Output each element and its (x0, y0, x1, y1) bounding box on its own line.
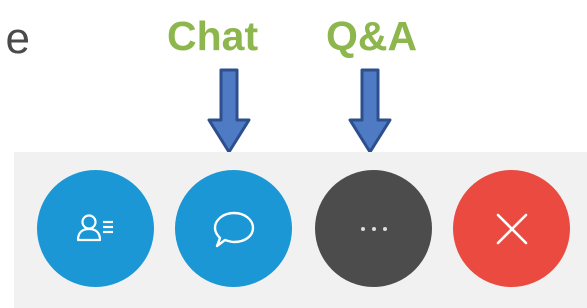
leave-meeting-button[interactable] (453, 170, 570, 287)
partial-heading-text: e (0, 14, 30, 64)
chat-arrow-icon (207, 68, 251, 154)
participants-button[interactable] (37, 170, 154, 287)
partial-heading-letter: e (5, 14, 30, 63)
qa-callout-label: Q&A (326, 13, 418, 59)
meeting-control-bar (14, 152, 587, 308)
participants-icon (76, 213, 113, 241)
more-options-button[interactable] (315, 170, 432, 287)
chat-bubble-icon (213, 211, 254, 247)
qa-arrow-icon (348, 68, 392, 154)
close-icon (496, 213, 527, 244)
more-options-icon (360, 226, 387, 231)
chat-callout-label: Chat (167, 13, 259, 59)
chat-button[interactable] (175, 170, 292, 287)
